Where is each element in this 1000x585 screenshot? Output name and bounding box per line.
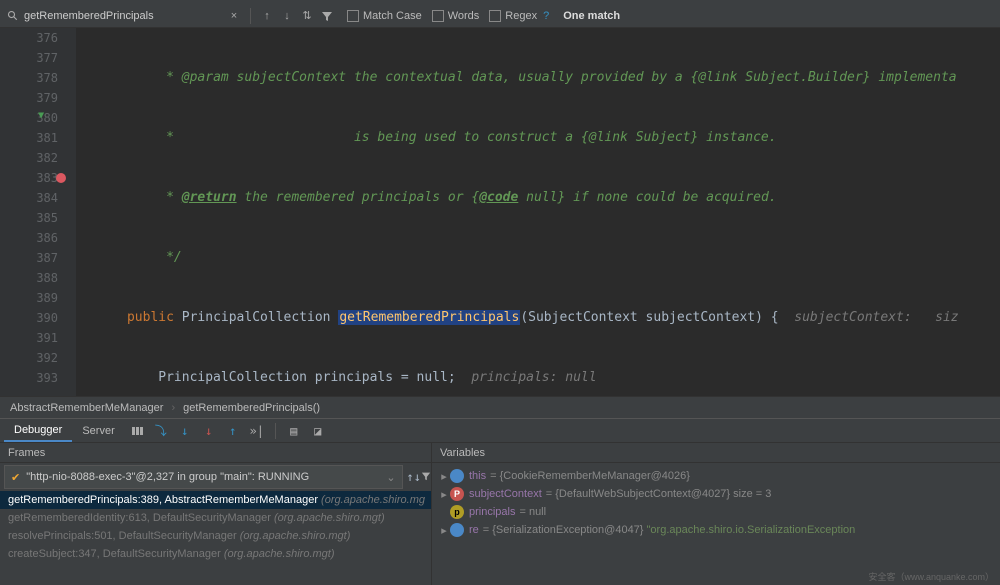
code-line: public PrincipalCollection getRemembered… [76,308,1000,328]
breadcrumb[interactable]: AbstractRememberMeManager › getRemembere… [0,396,1000,418]
code-area[interactable]: * @param subjectContext the contextual d… [76,28,1000,396]
gutter: 3763773783793803813823833843853863873883… [0,28,76,396]
code-line: PrincipalCollection principals = null; p… [76,368,1000,388]
debugger-panel: Debugger Server ⤵ ↓ ↓ ↑ »| ▤ ◪ Frames ✔ … [0,418,1000,585]
code-line: * @param subjectContext the contextual d… [76,68,1000,88]
debug-toolbar: Debugger Server ⤵ ↓ ↓ ↑ »| ▤ ◪ [0,419,1000,443]
variable-list[interactable]: ▸this = {CookieRememberMeManager@4026}▸P… [432,463,1000,585]
trace-icon[interactable]: ◪ [309,422,327,440]
threads-icon[interactable] [128,422,146,440]
frame-list[interactable]: getRememberedPrincipals:389, AbstractRem… [0,491,431,585]
prev-match-button[interactable]: ↑ [259,8,275,24]
find-input[interactable] [24,10,224,22]
breadcrumb-method[interactable]: getRememberedPrincipals() [183,402,320,414]
match-case-checkbox[interactable]: Match Case [347,10,422,22]
chevron-right-icon: › [171,402,175,414]
frames-pane: Frames ✔ "http-nio-8088-exec-3"@2,327 in… [0,443,432,585]
next-match-button[interactable]: ↓ [279,8,295,24]
match-count: One match [563,10,620,22]
breadcrumb-class[interactable]: AbstractRememberMeManager [10,402,163,414]
step-out-icon[interactable]: ↑ [224,422,242,440]
frames-header: Frames [0,443,431,463]
step-over-icon[interactable]: ⤵ [152,422,170,440]
clear-search-icon[interactable]: × [226,8,242,24]
find-help-icon[interactable]: ? [543,10,549,22]
frame-row[interactable]: createSubject:347, DefaultSecurityManage… [0,545,431,563]
run-gutter-icon[interactable]: ▶ [36,112,47,118]
variables-header: Variables [432,443,1000,463]
step-into-icon[interactable]: ↓ [176,422,194,440]
variable-row[interactable]: pprincipals = null [438,503,994,521]
code-line: */ [76,248,1000,268]
variable-row[interactable]: ▸re = {SerializationException@4047} "org… [438,521,994,539]
code-line: * is being used to construct a {@link Su… [76,128,1000,148]
variable-row[interactable]: ▸this = {CookieRememberMeManager@4026} [438,467,994,485]
tab-debugger[interactable]: Debugger [4,420,72,442]
watermark: 安全客（www.anquanke.com） [868,570,994,583]
run-to-cursor-icon[interactable]: »| [248,422,266,440]
code-line: * @return the remembered principals or {… [76,188,1000,208]
regex-checkbox[interactable]: Regex [489,10,537,22]
editor-tabs [0,0,1000,4]
select-all-button[interactable]: ⇅ [299,8,315,24]
frame-row[interactable]: getRememberedPrincipals:389, AbstractRem… [0,491,431,509]
next-frame-icon[interactable]: ↓ [414,470,421,484]
evaluate-icon[interactable]: ▤ [285,422,303,440]
find-bar: × ↑ ↓ ⇅ Match Case Words Regex ? One mat… [0,4,1000,28]
frame-row[interactable]: getRememberedIdentity:613, DefaultSecuri… [0,509,431,527]
filter-frames-icon[interactable] [421,470,431,484]
editor[interactable]: 3763773783793803813823833843853863873883… [0,28,1000,396]
force-step-icon[interactable]: ↓ [200,422,218,440]
check-icon: ✔ [11,471,20,484]
frame-row[interactable]: resolvePrincipals:501, DefaultSecurityMa… [0,527,431,545]
thread-selector[interactable]: ✔ "http-nio-8088-exec-3"@2,327 in group … [4,465,403,489]
words-checkbox[interactable]: Words [432,10,480,22]
prev-frame-icon[interactable]: ↑ [407,470,414,484]
tab-server[interactable]: Server [72,421,124,441]
chevron-down-icon: ⌄ [386,471,395,484]
variable-row[interactable]: ▸PsubjectContext = {DefaultWebSubjectCon… [438,485,994,503]
filter-icon[interactable] [319,8,335,24]
search-icon [6,9,20,23]
variables-pane: Variables ▸this = {CookieRememberMeManag… [432,443,1000,585]
breakpoint-icon[interactable] [56,173,66,183]
